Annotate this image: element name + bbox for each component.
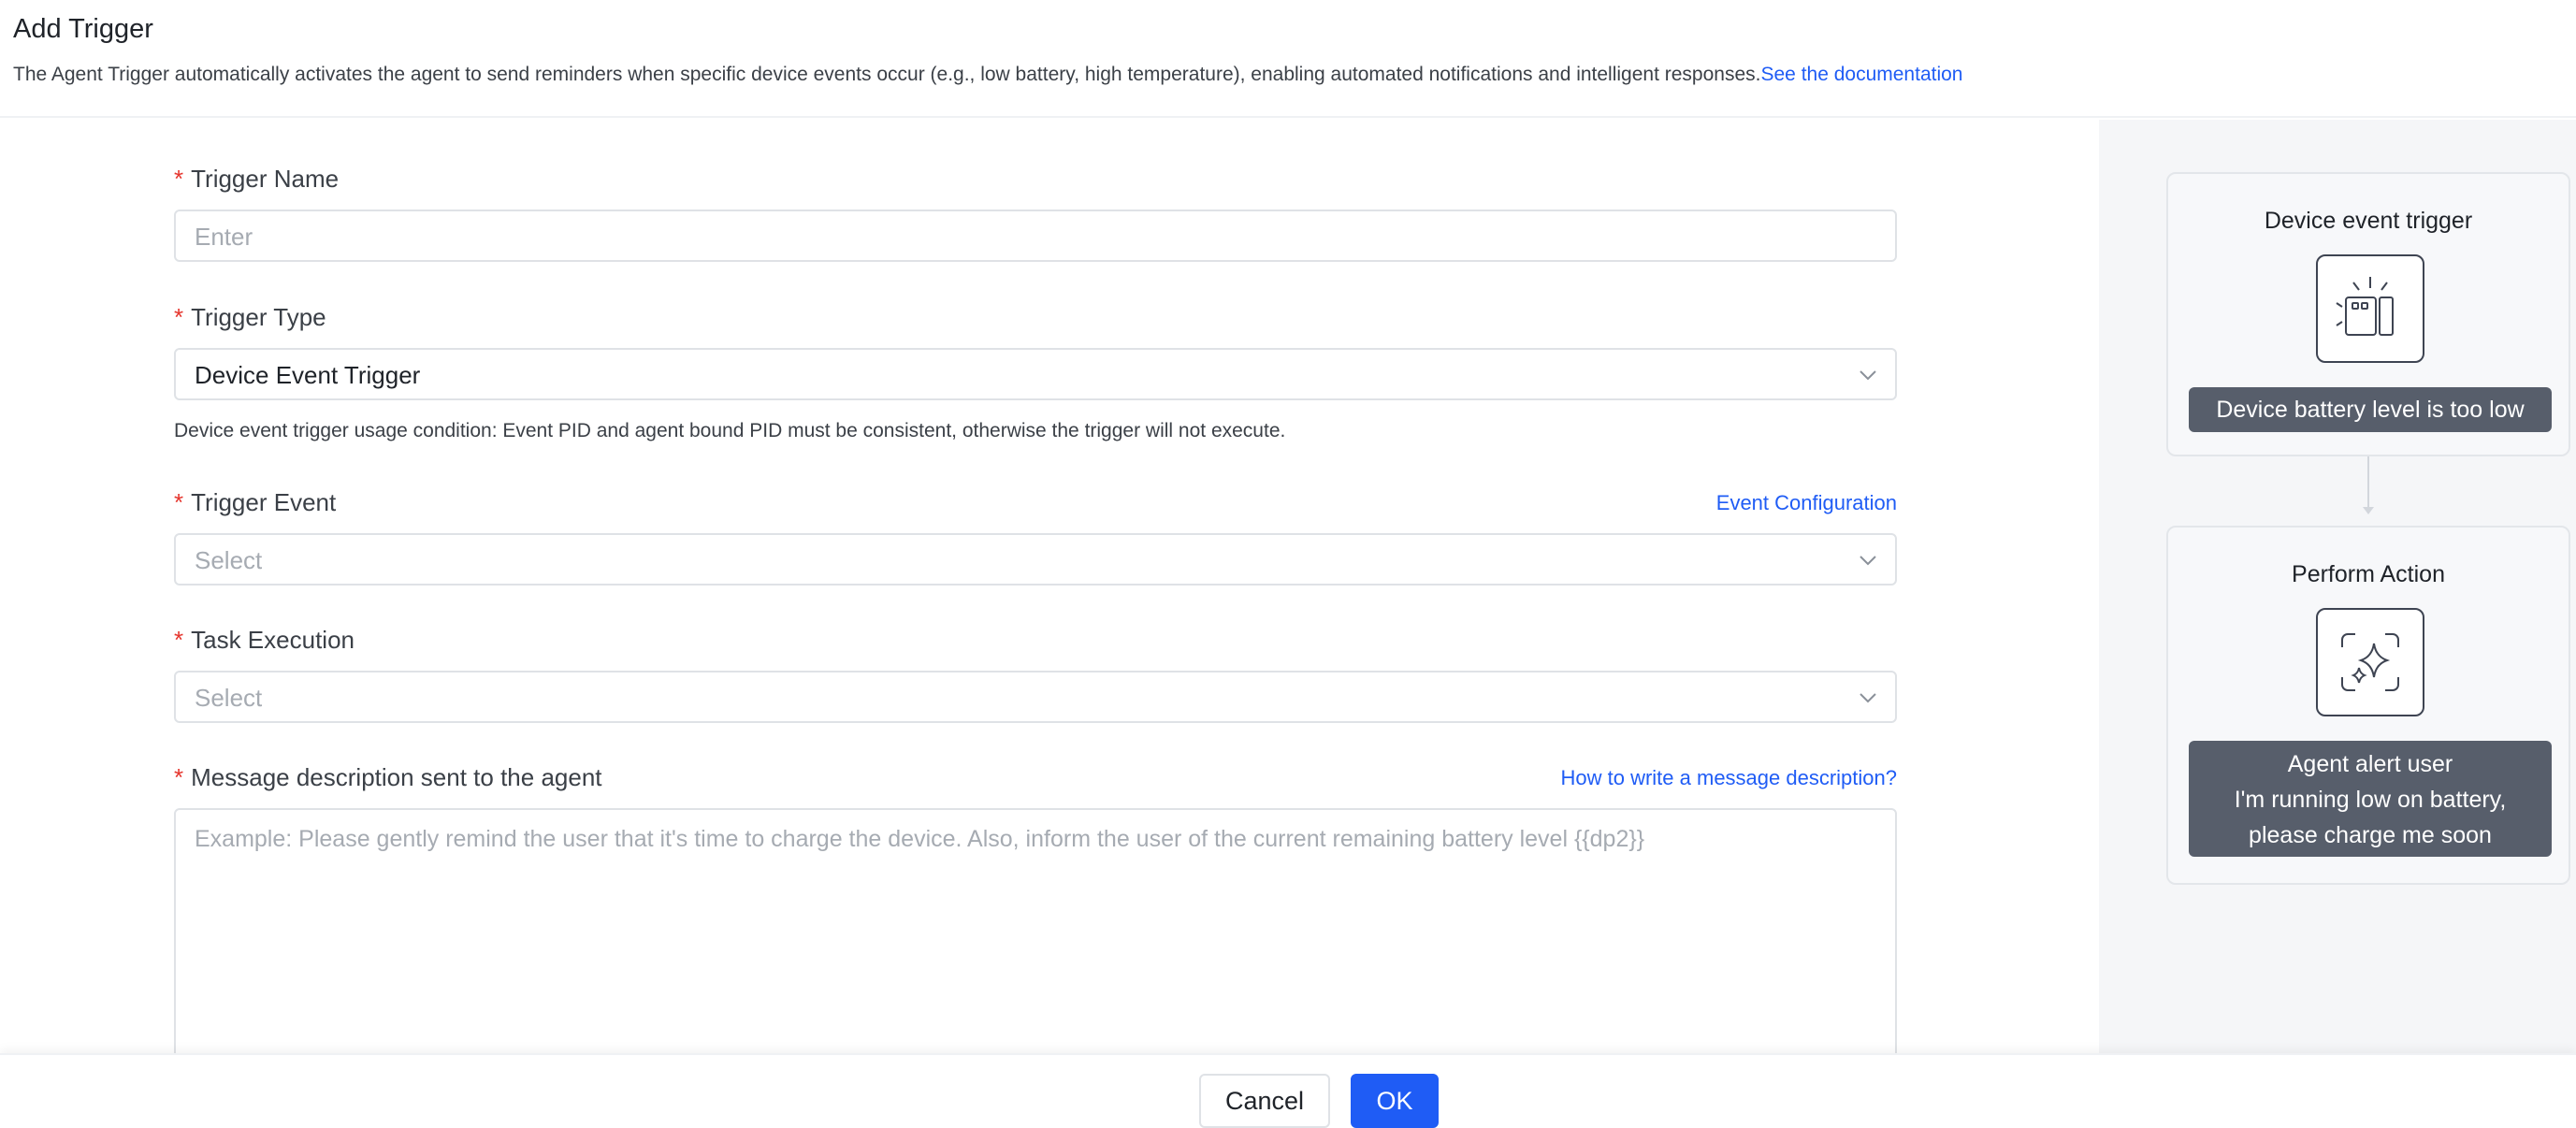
message-placeholder: Example: Please gently remind the user t… — [195, 826, 1645, 852]
action-message-line: Agent alert user — [2287, 751, 2453, 777]
trigger-event-label-row: * Trigger Event Event Configuration — [174, 486, 1897, 518]
required-mark: * — [174, 303, 184, 331]
device-event-trigger-card: Device event trigger Device battery leve… — [2166, 172, 2570, 456]
device-sensor-icon — [2316, 254, 2424, 363]
chevron-down-icon — [1860, 556, 1876, 566]
action-message-line: please charge me soon — [2249, 822, 2492, 848]
task-execution-label: * Task Execution — [174, 626, 355, 654]
trigger-type-label-row: * Trigger Type — [174, 301, 1897, 333]
required-mark: * — [174, 488, 184, 516]
trigger-name-input[interactable]: Enter — [174, 210, 1897, 262]
required-mark: * — [174, 626, 184, 654]
message-label: * Message description sent to the agent — [174, 763, 602, 791]
page-description: The Agent Trigger automatically activate… — [13, 62, 1963, 88]
task-execution-placeholder: Select — [195, 684, 263, 712]
trigger-event-select[interactable]: Select — [174, 533, 1897, 586]
trigger-event-label: * Trigger Event — [174, 488, 337, 516]
trigger-form: * Trigger Name Enter * Trigger Type Device… — [0, 120, 2099, 1089]
ai-sparkle-icon — [2316, 608, 2424, 716]
trigger-message-pill: Device battery level is too low — [2189, 387, 2552, 432]
action-card-title: Perform Action — [2292, 561, 2445, 587]
footer-bar: Cancel OK — [0, 1053, 2576, 1128]
event-configuration-link[interactable]: Event Configuration — [1716, 490, 1897, 516]
required-mark: * — [174, 165, 184, 193]
message-help-link[interactable]: How to write a message description? — [1561, 765, 1898, 791]
task-execution-select[interactable]: Select — [174, 671, 1897, 723]
trigger-type-value: Device Event Trigger — [195, 361, 421, 389]
trigger-type-select[interactable]: Device Event Trigger — [174, 348, 1897, 400]
trigger-name-label: * Trigger Name — [174, 165, 340, 193]
description-text: The Agent Trigger automatically activate… — [13, 64, 1761, 85]
perform-action-card: Perform Action Agent alert user I'm runn… — [2166, 526, 2570, 885]
trigger-type-label: * Trigger Type — [174, 303, 326, 331]
ok-button[interactable]: OK — [1351, 1074, 1439, 1128]
task-execution-label-row: * Task Execution — [174, 624, 1897, 656]
action-message-pill: Agent alert user I'm running low on batt… — [2189, 741, 2552, 857]
message-textarea[interactable]: Example: Please gently remind the user t… — [174, 808, 1897, 1089]
required-mark: * — [174, 763, 184, 791]
action-message-line: I'm running low on battery, — [2234, 787, 2507, 813]
documentation-link[interactable]: See the documentation — [1761, 64, 1963, 85]
message-label-row: * Message description sent to the agent H… — [174, 761, 1897, 793]
trigger-name-label-row: * Trigger Name — [174, 163, 1897, 195]
trigger-type-hint: Device event trigger usage condition: Ev… — [174, 420, 1286, 441]
cancel-button[interactable]: Cancel — [1199, 1074, 1330, 1128]
trigger-card-title: Device event trigger — [2264, 208, 2473, 234]
chevron-down-icon — [1860, 693, 1876, 703]
trigger-event-placeholder: Select — [195, 546, 263, 574]
flow-connector — [2363, 456, 2374, 514]
preview-panel: Device event trigger Device battery leve… — [2099, 120, 2576, 1053]
chevron-down-icon — [1860, 370, 1876, 381]
trigger-name-placeholder: Enter — [195, 223, 253, 251]
page-title: Add Trigger — [13, 14, 153, 44]
page-header: Add Trigger The Agent Trigger automatica… — [0, 0, 2576, 118]
